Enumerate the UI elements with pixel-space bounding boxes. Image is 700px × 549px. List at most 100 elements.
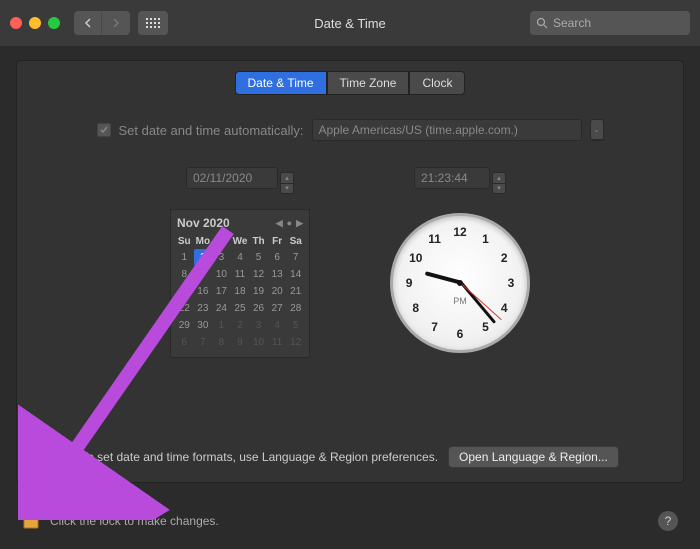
- calendar-day[interactable]: 3: [212, 249, 231, 266]
- auto-time-row: Set date and time automatically: Apple A…: [17, 119, 683, 141]
- calendar-day[interactable]: 20: [268, 283, 287, 300]
- forward-button[interactable]: [102, 11, 130, 35]
- calendar-day[interactable]: 25: [231, 300, 250, 317]
- time-stepper[interactable]: ▴ ▾: [492, 172, 506, 194]
- chevron-down-icon: ⌄: [591, 120, 603, 140]
- calendar-day: 3: [249, 317, 268, 334]
- calendar-day: 4: [268, 317, 287, 334]
- calendar-grid: SuMoTuWeThFrSa12345678910111213141516171…: [175, 234, 305, 351]
- calendar-next-button[interactable]: ▶: [296, 218, 303, 229]
- calendar-day[interactable]: 26: [249, 300, 268, 317]
- calendar-day: 12: [286, 334, 305, 351]
- calendar-day[interactable]: 23: [194, 300, 213, 317]
- tab-clock[interactable]: Clock: [409, 71, 465, 95]
- calendar-day: 5: [286, 317, 305, 334]
- grid-icon: [146, 18, 160, 28]
- calendar-prev-button[interactable]: ◀: [276, 218, 283, 229]
- panel-footer: To set date and time formats, use Langua…: [17, 446, 683, 468]
- close-window-button[interactable]: [10, 17, 22, 29]
- calendar-day[interactable]: 24: [212, 300, 231, 317]
- calendar-day: 6: [175, 334, 194, 351]
- calendar-day[interactable]: 5: [249, 249, 268, 266]
- calendar: Nov 2020 ◀ ● ▶ SuMoTuWeThFrSa12345678910…: [170, 209, 310, 358]
- analog-clock[interactable]: 12 1 2 3 4 5 6 7 8 9 10 11 PM: [390, 213, 530, 353]
- calendar-day[interactable]: 12: [249, 266, 268, 283]
- calendar-day[interactable]: 30: [194, 317, 213, 334]
- calendar-month-label: Nov 2020: [177, 216, 230, 230]
- calendar-day[interactable]: 1: [175, 249, 194, 266]
- calendar-day[interactable]: 7: [286, 249, 305, 266]
- calendar-day[interactable]: 8: [175, 266, 194, 283]
- calendar-day[interactable]: 22: [175, 300, 194, 317]
- calendar-day: 10: [249, 334, 268, 351]
- window-controls: [10, 17, 60, 29]
- lock-icon[interactable]: [22, 508, 40, 533]
- show-all-button[interactable]: [138, 11, 168, 35]
- calendar-day: 11: [268, 334, 287, 351]
- content-columns: 02/11/2020 ▴ ▾ Nov 2020 ◀ ● ▶ SuMoTuWeTh…: [17, 167, 683, 358]
- calendar-day[interactable]: 4: [231, 249, 250, 266]
- open-language-region-button[interactable]: Open Language & Region...: [448, 446, 619, 468]
- time-server-dropdown[interactable]: ⌄: [590, 119, 604, 141]
- calendar-day[interactable]: 27: [268, 300, 287, 317]
- calendar-day[interactable]: 9: [194, 266, 213, 283]
- calendar-day[interactable]: 17: [212, 283, 231, 300]
- back-button[interactable]: [74, 11, 102, 35]
- nav-buttons: [74, 11, 130, 35]
- auto-time-label: Set date and time automatically:: [119, 123, 304, 138]
- calendar-day[interactable]: 16: [194, 283, 213, 300]
- window-title: Date & Time: [314, 16, 386, 31]
- calendar-day[interactable]: 11: [231, 266, 250, 283]
- calendar-day: 8: [212, 334, 231, 351]
- search-field[interactable]: Search: [530, 11, 690, 35]
- calendar-weekday: We: [231, 234, 250, 249]
- calendar-day[interactable]: 29: [175, 317, 194, 334]
- calendar-day[interactable]: 19: [249, 283, 268, 300]
- calendar-day[interactable]: 2: [194, 249, 213, 266]
- check-icon: [99, 125, 109, 135]
- caret-down-icon: ▾: [281, 184, 293, 194]
- caret-up-icon: ▴: [493, 173, 505, 184]
- time-server-field[interactable]: Apple Americas/US (time.apple.com.): [312, 119, 582, 141]
- calendar-today-button[interactable]: ●: [287, 218, 292, 229]
- time-server-value: Apple Americas/US (time.apple.com.): [319, 123, 518, 137]
- preferences-panel: Date & Time Time Zone Clock Set date and…: [16, 60, 684, 483]
- time-field[interactable]: 21:23:44: [414, 167, 490, 189]
- calendar-weekday: Su: [175, 234, 194, 249]
- date-field[interactable]: 02/11/2020: [186, 167, 278, 189]
- time-value: 21:23:44: [421, 171, 468, 185]
- lock-text: Click the lock to make changes.: [50, 514, 219, 528]
- calendar-weekday: Th: [249, 234, 268, 249]
- calendar-weekday: Sa: [286, 234, 305, 249]
- calendar-day[interactable]: 28: [286, 300, 305, 317]
- calendar-day[interactable]: 13: [268, 266, 287, 283]
- calendar-day[interactable]: 15: [175, 283, 194, 300]
- date-column: 02/11/2020 ▴ ▾ Nov 2020 ◀ ● ▶ SuMoTuWeTh…: [170, 167, 310, 358]
- chevron-left-icon: [84, 18, 92, 28]
- calendar-day: 2: [231, 317, 250, 334]
- minimize-window-button[interactable]: [29, 17, 41, 29]
- format-hint: To set date and time formats, use Langua…: [81, 450, 438, 464]
- calendar-day[interactable]: 14: [286, 266, 305, 283]
- calendar-day[interactable]: 6: [268, 249, 287, 266]
- search-icon: [536, 17, 548, 29]
- clock-pin: [457, 280, 463, 286]
- tab-date-time[interactable]: Date & Time: [235, 71, 327, 95]
- titlebar: Date & Time Search: [0, 0, 700, 46]
- date-value: 02/11/2020: [193, 171, 252, 185]
- calendar-weekday: Tu: [212, 234, 231, 249]
- calendar-day[interactable]: 21: [286, 283, 305, 300]
- calendar-day: 1: [212, 317, 231, 334]
- calendar-day: 7: [194, 334, 213, 351]
- clock-ampm: PM: [453, 296, 467, 306]
- calendar-day[interactable]: 10: [212, 266, 231, 283]
- auto-time-checkbox[interactable]: [97, 123, 111, 137]
- calendar-day[interactable]: 18: [231, 283, 250, 300]
- date-stepper[interactable]: ▴ ▾: [280, 172, 294, 194]
- tab-time-zone[interactable]: Time Zone: [327, 71, 410, 95]
- calendar-weekday: Fr: [268, 234, 287, 249]
- chevron-right-icon: [112, 18, 120, 28]
- calendar-weekday: Mo: [194, 234, 213, 249]
- help-button[interactable]: ?: [658, 511, 678, 531]
- zoom-window-button[interactable]: [48, 17, 60, 29]
